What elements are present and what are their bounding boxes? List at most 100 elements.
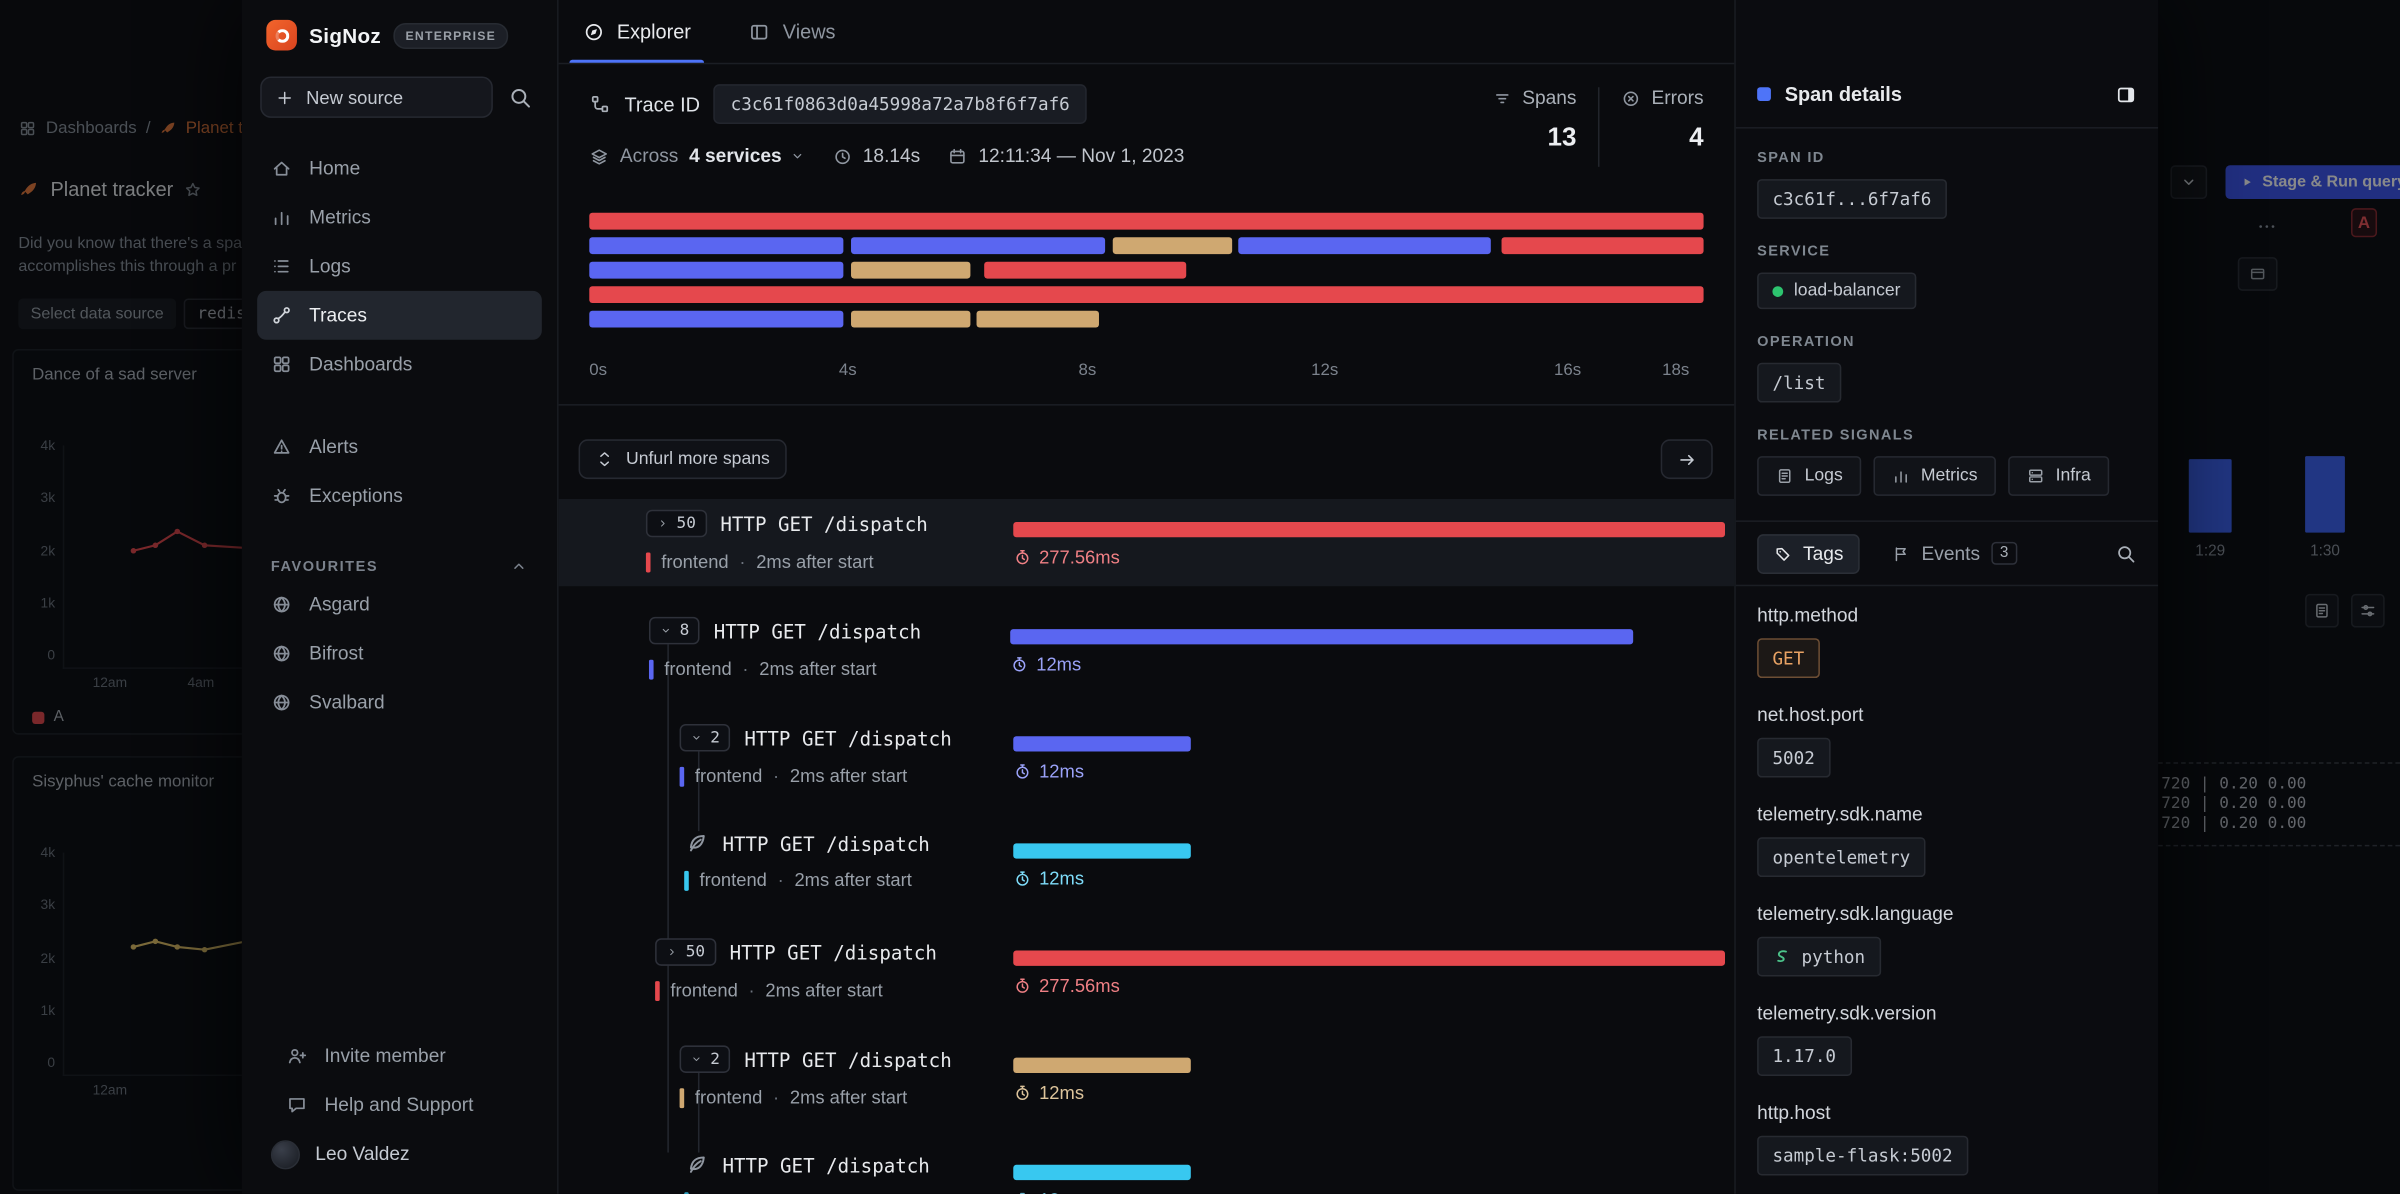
sidebar-item-svalbard[interactable]: Svalbard — [257, 678, 542, 727]
waterfall-toolbar: Unfurl more spans — [559, 406, 1735, 479]
chevron-right-icon — [666, 946, 678, 958]
span-expander[interactable]: 50 — [655, 938, 716, 966]
minimap-span-bar — [851, 237, 1105, 254]
span-id-value[interactable]: c3c61f...6f7af6 — [1757, 179, 1947, 219]
tag-key: telemetry.sdk.language — [1757, 903, 2137, 924]
span-duration-bar[interactable] — [1010, 629, 1632, 644]
sidebar-item-help-and-support[interactable]: Help and Support — [272, 1081, 526, 1130]
tag-value[interactable]: python — [1757, 937, 1880, 977]
spans-count: Spans 13 — [1492, 87, 1577, 167]
collapse-panel-icon[interactable] — [2115, 83, 2136, 104]
span-row[interactable]: 50HTTP GET /dispatchfrontend·2ms after s… — [559, 499, 1735, 586]
related-metrics-button[interactable]: Metrics — [1873, 456, 1996, 496]
sidebar-item-metrics[interactable]: Metrics — [257, 193, 542, 242]
span-row[interactable]: 8HTTP GET /dispatchfrontend·2ms after st… — [559, 606, 1735, 693]
span-duration-label: 12ms — [1013, 761, 1084, 782]
span-row[interactable]: HTTP GET /dispatchfrontend·2ms after sta… — [559, 1142, 1735, 1194]
trace-minimap[interactable]: 0s4s8s12s16s18s — [559, 191, 1735, 405]
related-infra-button[interactable]: Infra — [2008, 456, 2109, 496]
span-details-panel: Span details SPAN ID c3c61f...6f7af6 SER… — [1734, 0, 2158, 1194]
services-dropdown[interactable]: 4 services — [689, 145, 805, 166]
flag-icon — [1892, 544, 1910, 562]
tab-tags[interactable]: Tags — [1757, 533, 1860, 573]
stopwatch-icon — [1013, 1191, 1031, 1194]
infra-icon — [2027, 467, 2045, 485]
sidebar-item-bifrost[interactable]: Bifrost — [257, 629, 542, 678]
span-duration-bar[interactable] — [1013, 1058, 1190, 1073]
primary-nav: HomeMetricsLogsTracesDashboards — [242, 144, 557, 389]
unfurl-more-spans-button[interactable]: Unfurl more spans — [579, 439, 787, 479]
span-row[interactable]: HTTP GET /dispatchfrontend·2ms after sta… — [559, 820, 1735, 907]
related-signals-label: RELATED SIGNALS — [1757, 427, 2137, 444]
time-axis-tick: 0s — [589, 361, 607, 379]
tab-views[interactable]: Views — [746, 0, 839, 63]
time-axis-tick: 18s — [1662, 361, 1689, 379]
favourites-nav: AsgardBifrostSvalbard — [242, 580, 557, 727]
child-span-count: 2 — [710, 729, 720, 747]
tags-search-icon[interactable] — [2115, 543, 2136, 564]
next-button[interactable] — [1661, 439, 1713, 479]
minimap-row — [589, 237, 1703, 254]
span-expander[interactable]: 2 — [680, 724, 731, 752]
span-expander[interactable]: 2 — [680, 1045, 731, 1073]
tag-item: http.host sample-flask:5002 — [1757, 1102, 2137, 1175]
tag-value[interactable]: opentelemetry — [1757, 837, 1925, 877]
new-source-button[interactable]: New source — [260, 77, 493, 118]
stopwatch-icon — [1013, 869, 1031, 887]
footer-nav: Invite memberHelp and Support — [257, 1032, 542, 1130]
span-duration-bar[interactable] — [1013, 951, 1725, 966]
span-start-offset: 2ms after start — [794, 869, 911, 890]
tag-value[interactable]: sample-flask:5002 — [1757, 1136, 1968, 1176]
signoz-logo-icon — [266, 20, 297, 51]
span-duration-bar[interactable] — [1013, 736, 1190, 751]
sidebar-item-traces[interactable]: Traces — [257, 291, 542, 340]
span-row[interactable]: 2HTTP GET /dispatchfrontend·2ms after st… — [559, 1035, 1735, 1122]
span-color-bar — [684, 870, 689, 890]
services-summary: Across 4 services — [589, 145, 804, 166]
tag-value[interactable]: 1.17.0 — [1757, 1036, 1851, 1076]
span-row[interactable]: 2HTTP GET /dispatchfrontend·2ms after st… — [559, 713, 1735, 800]
favourites-header[interactable]: FAVOURITES — [271, 557, 528, 575]
tag-value[interactable]: GET — [1757, 638, 1819, 678]
related-logs-button[interactable]: Logs — [1757, 456, 1861, 496]
service-value[interactable]: load-balancer — [1757, 272, 1916, 309]
chevron-up-icon — [510, 557, 528, 575]
operation-value[interactable]: /list — [1757, 363, 1841, 403]
brand-name: SigNoz — [309, 24, 381, 47]
explorer-tabbar: Explorer Views — [559, 0, 1735, 64]
child-span-count: 8 — [680, 621, 690, 639]
span-duration-label: 277.56ms — [1013, 546, 1120, 567]
span-duration-bar[interactable] — [1013, 1165, 1190, 1180]
sidebar-item-exceptions[interactable]: Exceptions — [257, 471, 542, 520]
sidebar-item-asgard[interactable]: Asgard — [257, 580, 542, 629]
minimap-span-bar — [851, 262, 970, 279]
span-expander[interactable]: 50 — [646, 510, 707, 538]
span-duration-label: 12ms — [1013, 1189, 1084, 1194]
trace-id-value[interactable]: c3c61f0863d0a45998a72a7b8f6f7af6 — [714, 84, 1087, 124]
span-duration-bar[interactable] — [1013, 522, 1725, 537]
home-icon — [271, 158, 292, 179]
tab-explorer[interactable]: Explorer — [580, 0, 694, 63]
span-name: HTTP GET /dispatch — [744, 726, 951, 749]
sidebar-item-alerts[interactable]: Alerts — [257, 422, 542, 471]
trace-detail-app: SigNoz ENTERPRISE New source HomeMetrics… — [242, 0, 2158, 1194]
span-expander[interactable]: 8 — [649, 617, 700, 645]
tag-value[interactable]: 5002 — [1757, 738, 1830, 778]
user-menu[interactable]: Leo Valdez — [257, 1130, 542, 1179]
tag-key: http.host — [1757, 1102, 2137, 1123]
span-duration-bar[interactable] — [1013, 843, 1190, 858]
sidebar-item-home[interactable]: Home — [257, 144, 542, 193]
tab-events[interactable]: Events 3 — [1876, 533, 2035, 574]
span-start-offset: 2ms after start — [759, 658, 876, 679]
arrow-right-icon — [1677, 449, 1697, 469]
tag-item: telemetry.sdk.nameopentelemetry — [1757, 804, 2137, 877]
span-row[interactable]: 50HTTP GET /dispatchfrontend·2ms after s… — [559, 928, 1735, 1015]
sidebar-item-invite-member[interactable]: Invite member — [272, 1032, 526, 1081]
span-name: HTTP GET /dispatch — [730, 941, 937, 964]
minimap-span-bar — [589, 262, 843, 279]
sidebar-search-icon[interactable] — [508, 85, 532, 109]
sidebar-item-logs[interactable]: Logs — [257, 242, 542, 291]
minimap-span-bar — [589, 311, 843, 328]
sidebar-item-dashboards[interactable]: Dashboards — [257, 340, 542, 389]
minimap-span-bar — [851, 311, 970, 328]
